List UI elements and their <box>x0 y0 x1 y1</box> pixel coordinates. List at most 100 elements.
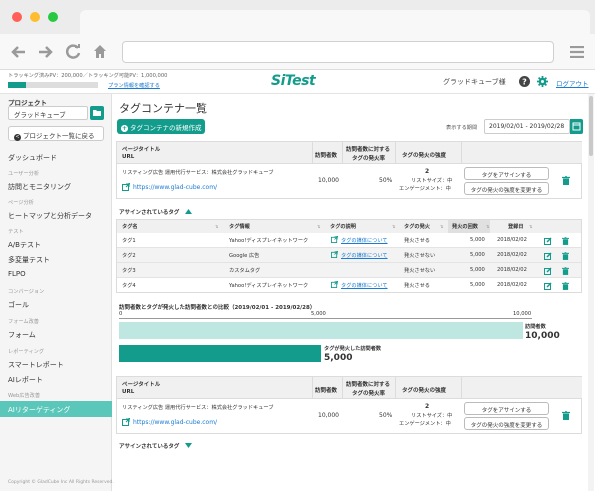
th-tag-fire[interactable]: タグの発火 <box>404 223 430 230</box>
sidebar-item-ai-retargeting[interactable]: AIリターゲティング <box>0 401 112 417</box>
th-tag-desc[interactable]: タグの説明 <box>330 223 356 230</box>
user-name: グラッドキューブ様 <box>443 78 506 86</box>
edit-icon[interactable] <box>544 237 552 245</box>
reload-icon[interactable] <box>66 44 81 59</box>
sidebar-item-access-monitoring[interactable]: 訪問とモニタリング <box>8 182 71 192</box>
trash-icon[interactable] <box>562 282 569 290</box>
trash-icon[interactable] <box>562 252 569 260</box>
change-strength-button-1[interactable]: タグの発火の強度を変更する <box>464 182 549 195</box>
pv-usage-fill <box>8 82 26 88</box>
sort-icon[interactable]: ⇅ <box>392 224 395 229</box>
sidebar-item-abtest[interactable]: A/Bテスト <box>8 240 41 250</box>
col-strength: タグの発火の強度 <box>402 153 447 159</box>
trash-icon[interactable] <box>562 176 570 185</box>
back-arrow-icon[interactable] <box>10 45 26 59</box>
sidebar-item-goal[interactable]: ゴール <box>8 300 29 310</box>
th-tag-info[interactable]: タグ情報 <box>229 223 250 230</box>
assign-tag-button-2[interactable]: タグをアサインする <box>464 402 549 415</box>
close-window-button[interactable] <box>12 12 22 22</box>
period-input[interactable]: 2019/02/01 - 2019/02/28 <box>484 119 570 134</box>
sitest-logo: SiTest <box>271 73 316 89</box>
tag-info: Yahoo!ディスプレイネットワーク <box>229 238 309 244</box>
container-2-visitors: 10,000 <box>318 412 339 419</box>
col-page-title: ページタイトル <box>122 382 161 388</box>
container-1-visitors: 10,000 <box>318 177 339 184</box>
sidebar-section-report: レポーティング <box>8 349 45 355</box>
calendar-icon[interactable] <box>570 119 583 134</box>
chart-tick-0: 0 <box>119 311 123 317</box>
sort-icon[interactable]: ⇅ <box>440 224 443 229</box>
copyright: Copyright © GladCube Inc All Rights Rese… <box>8 480 114 485</box>
back-to-projects-button[interactable]: < プロジェクト一覧に戻る <box>8 126 104 141</box>
sidebar-item-dashboard[interactable]: ダッシュボード <box>8 153 57 163</box>
edit-icon[interactable] <box>544 252 552 260</box>
sidebar-item-form[interactable]: フォーム <box>8 330 36 340</box>
edit-icon[interactable] <box>544 267 552 275</box>
trash-icon[interactable] <box>562 411 570 420</box>
tag-info: Yahoo!ディスプレイネットワーク <box>229 283 309 289</box>
col-url: URL <box>122 389 135 395</box>
plus-icon: + <box>121 125 128 132</box>
help-icon[interactable]: ? <box>519 76 530 87</box>
menu-icon[interactable] <box>570 46 584 58</box>
sort-icon[interactable]: ⇅ <box>215 224 218 229</box>
assign-tag-button-1[interactable]: タグをアサインする <box>464 167 549 180</box>
project-select[interactable]: グラッドキューブ <box>8 106 88 120</box>
logout-link[interactable]: ログアウト <box>556 78 589 88</box>
chevron-up-icon[interactable] <box>185 209 192 214</box>
tag-date: 2018/02/02 <box>497 267 527 273</box>
tag-desc-link[interactable]: タグの媒体について <box>341 282 388 289</box>
scrollbar-thumb[interactable] <box>589 96 593 156</box>
external-link-icon <box>331 251 338 258</box>
minimize-window-button[interactable] <box>30 12 40 22</box>
sort-icon[interactable]: ⇅ <box>317 224 320 229</box>
tag-desc-link[interactable]: タグの媒体について <box>341 237 388 244</box>
browser-tab[interactable] <box>80 10 590 34</box>
tag-name: タグ2 <box>122 253 136 259</box>
container-2-ratio: 50% <box>379 412 393 419</box>
col-ratio-line1: 訪問者数に対する <box>346 382 391 388</box>
pv-usage-bar <box>8 82 98 88</box>
change-strength-button-2[interactable]: タグの発火の強度を変更する <box>464 417 549 430</box>
sort-icon[interactable]: ⇅ <box>529 224 532 229</box>
col-ratio-line2: タグの発火率 <box>352 156 386 162</box>
sidebar-section-web: Web広告改善 <box>8 393 41 399</box>
trash-icon[interactable] <box>562 237 569 245</box>
chevron-left-icon: < <box>14 134 21 141</box>
assigned-tags-label-2[interactable]: アサインされているタグ <box>119 442 179 450</box>
page-title: タグコンテナ一覧 <box>119 102 207 115</box>
folder-icon[interactable] <box>90 106 104 120</box>
col-page-title: ページタイトル <box>122 147 161 153</box>
th-tag-name[interactable]: タグ名 <box>122 223 138 230</box>
maximize-window-button[interactable] <box>48 12 58 22</box>
assigned-tags-label[interactable]: アサインされているタグ <box>119 208 179 216</box>
sidebar-section-page: ページ分析 <box>8 200 34 206</box>
forward-arrow-icon[interactable] <box>38 45 54 59</box>
sidebar-item-smart-report[interactable]: スマートレポート <box>8 360 64 370</box>
chart-bar-visitors <box>119 322 523 339</box>
container-2-url[interactable]: https://www.glad-cube.com/ <box>133 419 217 426</box>
plan-info-link[interactable]: プラン情報を確認する <box>108 82 160 89</box>
sidebar-item-ai-report[interactable]: AIレポート <box>8 375 43 385</box>
home-icon[interactable] <box>93 44 107 59</box>
chart-bar-fired-visitors <box>119 345 321 362</box>
chevron-down-icon[interactable] <box>185 443 192 448</box>
sidebar-item-flpo[interactable]: FLPO <box>8 270 26 278</box>
container-1-ratio: 50% <box>379 177 393 184</box>
th-registered-date[interactable]: 登録日 <box>508 223 524 230</box>
container-1-url[interactable]: https://www.glad-cube.com/ <box>133 184 217 191</box>
tag-fire-count: 5,000 <box>470 282 485 288</box>
new-tag-container-button[interactable]: + タグコンテナの新規作成 <box>117 119 205 134</box>
sidebar-item-heatmap[interactable]: ヒートマップと分析データ <box>8 211 92 221</box>
container-2-strength-engagement: エンゲージメント：中 <box>399 421 451 427</box>
gear-icon[interactable] <box>537 76 548 87</box>
sidebar-item-multivariate[interactable]: 多変量テスト <box>8 255 50 265</box>
address-bar[interactable] <box>122 41 554 63</box>
edit-icon[interactable] <box>544 282 552 290</box>
trash-icon[interactable] <box>562 267 569 275</box>
tag-desc-link[interactable]: タグの媒体について <box>341 252 388 259</box>
sort-icon[interactable]: ⇅ <box>486 224 489 229</box>
th-fire-count[interactable]: 発火の回数 <box>452 223 478 230</box>
tag-fire: 発火させない <box>404 268 436 274</box>
sidebar-section-conversion: コンバージョン <box>8 289 45 295</box>
